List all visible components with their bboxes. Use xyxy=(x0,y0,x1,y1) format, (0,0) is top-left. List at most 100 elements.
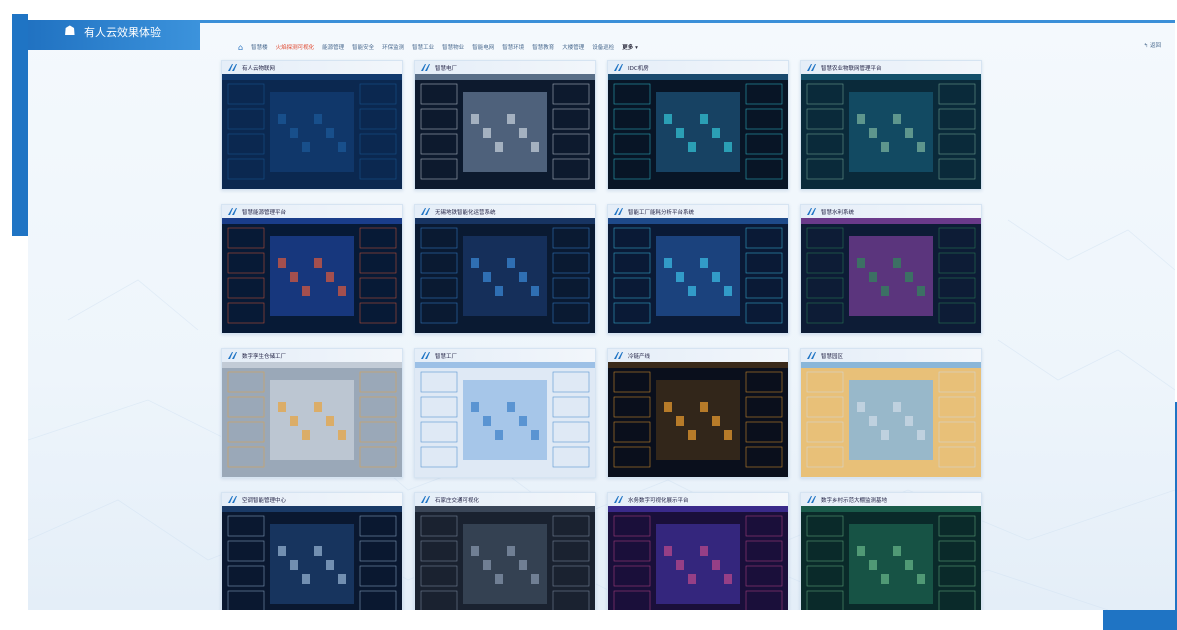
app-logo[interactable]: ☗ 有人云效果体验 xyxy=(28,20,200,50)
dashboard-thumbnail xyxy=(415,74,595,189)
nav-item-3[interactable]: 智能安全 xyxy=(352,43,374,51)
nav-item-5[interactable]: 智慧工业 xyxy=(412,43,434,51)
dashboard-thumbnail xyxy=(608,218,788,333)
background-hex-pattern xyxy=(28,219,1175,610)
nav-item-4[interactable]: 环保监测 xyxy=(382,43,404,51)
dashboard-thumbnail xyxy=(608,74,788,189)
card-title: 数字乡村示范大棚监测基地 xyxy=(821,497,888,504)
dashboard-thumbnail xyxy=(222,74,402,189)
demo-card[interactable]: 冷链产线 xyxy=(607,348,789,478)
nav-item-2[interactable]: 能源管理 xyxy=(322,43,344,51)
card-title: 有人云物联网 xyxy=(242,65,276,72)
card-title-bar: 冷链产线 xyxy=(608,349,788,362)
brand-mark-icon xyxy=(807,496,816,503)
dashboard-thumbnail xyxy=(222,362,402,477)
brand-mark-icon xyxy=(614,208,623,215)
demo-card[interactable]: 智能工厂能耗分析平台系统 xyxy=(607,204,789,334)
brand-mark-icon xyxy=(807,64,816,71)
card-title: 空调智能管理中心 xyxy=(242,497,287,504)
card-title-bar: 智慧园区 xyxy=(801,349,981,362)
dashboard-thumbnail xyxy=(222,218,402,333)
card-title-bar: 空调智能管理中心 xyxy=(222,493,402,506)
card-title-bar: 智慧农业物联网管理平台 xyxy=(801,61,981,74)
top-nav: ⌂ 智慧楼 火焰探测可视化 能源管理 智能安全 环保监测 智慧工业 智慧物业 智… xyxy=(238,40,638,54)
brand-mark-icon xyxy=(614,352,623,359)
nav-item-11[interactable]: 设备巡检 xyxy=(592,43,614,51)
card-title: 智慧能源管理平台 xyxy=(242,209,287,216)
dashboard-thumbnail xyxy=(415,218,595,333)
top-header: ☗ 有人云效果体验 ⌂ 智慧楼 火焰探测可视化 能源管理 智能安全 环保监测 智… xyxy=(28,20,1175,56)
brand-mark-icon xyxy=(807,352,816,359)
brand-mark-icon xyxy=(614,496,623,503)
dashboard-thumbnail xyxy=(801,506,981,610)
card-title-bar: 智慧能源管理平台 xyxy=(222,205,402,218)
brand-mark-icon xyxy=(228,208,237,215)
card-title-bar: 无锡地铁智能化运营系统 xyxy=(415,205,595,218)
home-icon[interactable]: ⌂ xyxy=(238,43,243,52)
card-title-bar: 智慧工厂 xyxy=(415,349,595,362)
demo-card[interactable]: 有人云物联网 xyxy=(221,60,403,190)
card-title: IDC机房 xyxy=(628,65,649,72)
person-icon: ☗ xyxy=(64,24,76,39)
card-title: 石家庄交通可视化 xyxy=(435,497,480,504)
nav-item-7[interactable]: 智能电网 xyxy=(472,43,494,51)
card-title: 冷链产线 xyxy=(628,353,651,360)
demo-card[interactable]: 智慧农业物联网管理平台 xyxy=(800,60,982,190)
dashboard-thumbnail xyxy=(222,506,402,610)
card-title-bar: 智慧电厂 xyxy=(415,61,595,74)
nav-item-0[interactable]: 智慧楼 xyxy=(251,43,268,51)
card-title: 智慧水利系统 xyxy=(821,209,855,216)
demo-card[interactable]: 智慧园区 xyxy=(800,348,982,478)
nav-item-8[interactable]: 智慧环境 xyxy=(502,43,524,51)
card-title: 无锡地铁智能化运营系统 xyxy=(435,209,496,216)
nav-item-6[interactable]: 智慧物业 xyxy=(442,43,464,51)
dashboard-thumbnail xyxy=(608,362,788,477)
brand-mark-icon xyxy=(807,208,816,215)
back-link[interactable]: ↰ 返回 xyxy=(1144,41,1161,49)
nav-more-dropdown[interactable]: 更多 ▾ xyxy=(622,43,638,51)
brand-mark-icon xyxy=(421,496,430,503)
card-title: 智慧工厂 xyxy=(435,353,458,360)
brand-mark-icon xyxy=(421,352,430,359)
nav-item-10[interactable]: 大楼管理 xyxy=(562,43,584,51)
card-title: 智能工厂能耗分析平台系统 xyxy=(628,209,695,216)
demo-card[interactable]: 石家庄交通可视化 xyxy=(414,492,596,610)
demo-card[interactable]: 智慧工厂 xyxy=(414,348,596,478)
demo-card[interactable]: IDC机房 xyxy=(607,60,789,190)
left-accent-bar xyxy=(12,14,28,236)
brand-mark-icon xyxy=(228,352,237,359)
main-frame: ☗ 有人云效果体验 ⌂ 智慧楼 火焰探测可视化 能源管理 智能安全 环保监测 智… xyxy=(28,20,1175,610)
card-title-bar: 智能工厂能耗分析平台系统 xyxy=(608,205,788,218)
demo-card[interactable]: 智慧水利系统 xyxy=(800,204,982,334)
brand-mark-icon xyxy=(228,496,237,503)
nav-item-9[interactable]: 智慧教育 xyxy=(532,43,554,51)
dashboard-thumbnail xyxy=(415,506,595,610)
demo-card[interactable]: 水务数字可视化展示平台 xyxy=(607,492,789,610)
dashboard-thumbnail xyxy=(801,362,981,477)
brand-mark-icon xyxy=(421,64,430,71)
dashboard-thumbnail xyxy=(801,74,981,189)
demo-card[interactable]: 无锡地铁智能化运营系统 xyxy=(414,204,596,334)
brand-mark-icon xyxy=(614,64,623,71)
demo-card[interactable]: 数字孪生仓储工厂 xyxy=(221,348,403,478)
app-title: 有人云效果体验 xyxy=(84,26,161,39)
demo-card[interactable]: 空调智能管理中心 xyxy=(221,492,403,610)
demo-card[interactable]: 数字乡村示范大棚监测基地 xyxy=(800,492,982,610)
demo-card[interactable]: 智慧能源管理平台 xyxy=(221,204,403,334)
header-top-line xyxy=(188,20,1175,23)
demo-card[interactable]: 智慧电厂 xyxy=(414,60,596,190)
card-title-bar: 智慧水利系统 xyxy=(801,205,981,218)
nav-item-1[interactable]: 火焰探测可视化 xyxy=(276,43,315,51)
card-title: 水务数字可视化展示平台 xyxy=(628,497,689,504)
card-title-bar: 水务数字可视化展示平台 xyxy=(608,493,788,506)
card-title-bar: 石家庄交通可视化 xyxy=(415,493,595,506)
brand-mark-icon xyxy=(228,64,237,71)
dashboard-thumbnail xyxy=(608,506,788,610)
dashboard-thumbnail xyxy=(415,362,595,477)
card-title: 智慧电厂 xyxy=(435,65,458,72)
card-title-bar: 数字乡村示范大棚监测基地 xyxy=(801,493,981,506)
card-title: 智慧农业物联网管理平台 xyxy=(821,65,882,72)
card-title-bar: 有人云物联网 xyxy=(222,61,402,74)
card-title-bar: 数字孪生仓储工厂 xyxy=(222,349,402,362)
card-title-bar: IDC机房 xyxy=(608,61,788,74)
